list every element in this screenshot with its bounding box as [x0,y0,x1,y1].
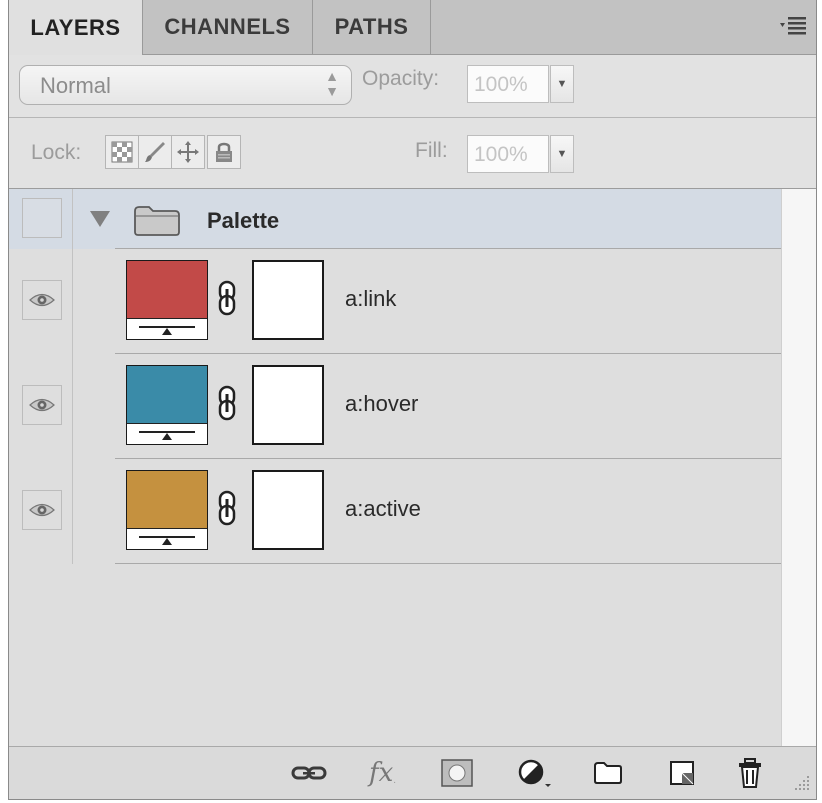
add-mask-icon[interactable] [441,757,473,789]
resize-grip-icon[interactable] [794,775,810,796]
blend-mode-select[interactable]: Normal ▲ ▼ [19,65,352,105]
layer-name: a:link [345,286,397,311]
bottom-toolbar: fx. [9,746,816,799]
trash-icon[interactable] [737,757,763,789]
layer-row[interactable]: a:link [9,250,781,354]
fill-label: Fill: [415,139,448,162]
row-divider [115,248,781,249]
tab-layers[interactable]: LAYERS [9,0,143,55]
layer-color-swatch [127,366,207,424]
gradient-slider-marker-icon [162,433,172,440]
layer-mask-thumbnail[interactable] [252,260,324,340]
row-divider [115,458,781,459]
visibility-eye-icon[interactable] [22,490,62,530]
visibility-eye-icon[interactable] [22,280,62,320]
opacity-label: Opacity: [362,67,440,90]
group-row-palette[interactable]: Palette [9,189,781,249]
gradient-slider-marker-icon [162,328,172,335]
layer-list: Palette a:link a:hover a:active [9,189,781,746]
tab-bar: LAYERS CHANNELS PATHS [9,0,816,55]
visibility-eye-icon[interactable] [22,385,62,425]
layer-name: a:hover [345,391,419,416]
layer-color-swatch [127,261,207,319]
stepper-arrows-icon: ▲ ▼ [325,68,339,99]
mask-link-icon[interactable] [217,385,237,426]
new-layer-icon[interactable] [669,757,695,789]
gradient-slider-marker-icon [162,538,172,545]
blend-mode-value: Normal [40,73,111,98]
layer-row[interactable]: a:hover [9,355,781,459]
lock-label: Lock: [31,141,82,164]
fill-dropdown-button[interactable]: ▼ [550,135,574,173]
new-group-icon[interactable] [593,757,623,789]
lock-transparent-pixels-icon[interactable] [105,135,139,169]
panel-menu-icon[interactable] [778,14,808,42]
opacity-input[interactable]: 100% [467,65,549,103]
fill-input[interactable]: 100% [467,135,549,173]
lock-image-pixels-icon[interactable] [138,135,172,169]
link-layers-icon[interactable] [291,757,327,789]
mask-link-icon[interactable] [217,490,237,531]
fx-icon[interactable]: fx. [369,757,396,789]
lock-all-icon[interactable] [207,135,241,169]
row-divider [115,563,781,564]
group-name: Palette [207,208,280,233]
opacity-dropdown-button[interactable]: ▼ [550,65,574,103]
layer-thumbnail[interactable] [126,470,208,550]
row-divider [115,353,781,354]
scrollbar-track[interactable] [781,189,816,746]
disclosure-triangle-icon[interactable] [89,209,111,234]
mask-link-icon[interactable] [217,280,237,321]
layer-thumbnail[interactable] [126,260,208,340]
tab-paths[interactable]: PATHS [313,0,431,54]
lock-row: Lock: Fill: 100% ▼ [9,118,816,189]
layer-color-swatch [127,471,207,529]
layers-panel: LAYERS CHANNELS PATHS Normal ▲ ▼ Opacity:… [8,0,817,800]
layer-row[interactable]: a:active [9,460,781,564]
adjustment-layer-icon[interactable] [517,757,553,789]
lock-position-icon[interactable] [171,135,205,169]
layer-name: a:active [345,496,421,521]
layer-mask-thumbnail[interactable] [252,365,324,445]
layer-mask-thumbnail[interactable] [252,470,324,550]
layer-thumbnail[interactable] [126,365,208,445]
folder-icon [133,205,181,242]
tab-channels[interactable]: CHANNELS [143,0,313,54]
blend-row: Normal ▲ ▼ Opacity: 100% ▼ [9,55,816,118]
